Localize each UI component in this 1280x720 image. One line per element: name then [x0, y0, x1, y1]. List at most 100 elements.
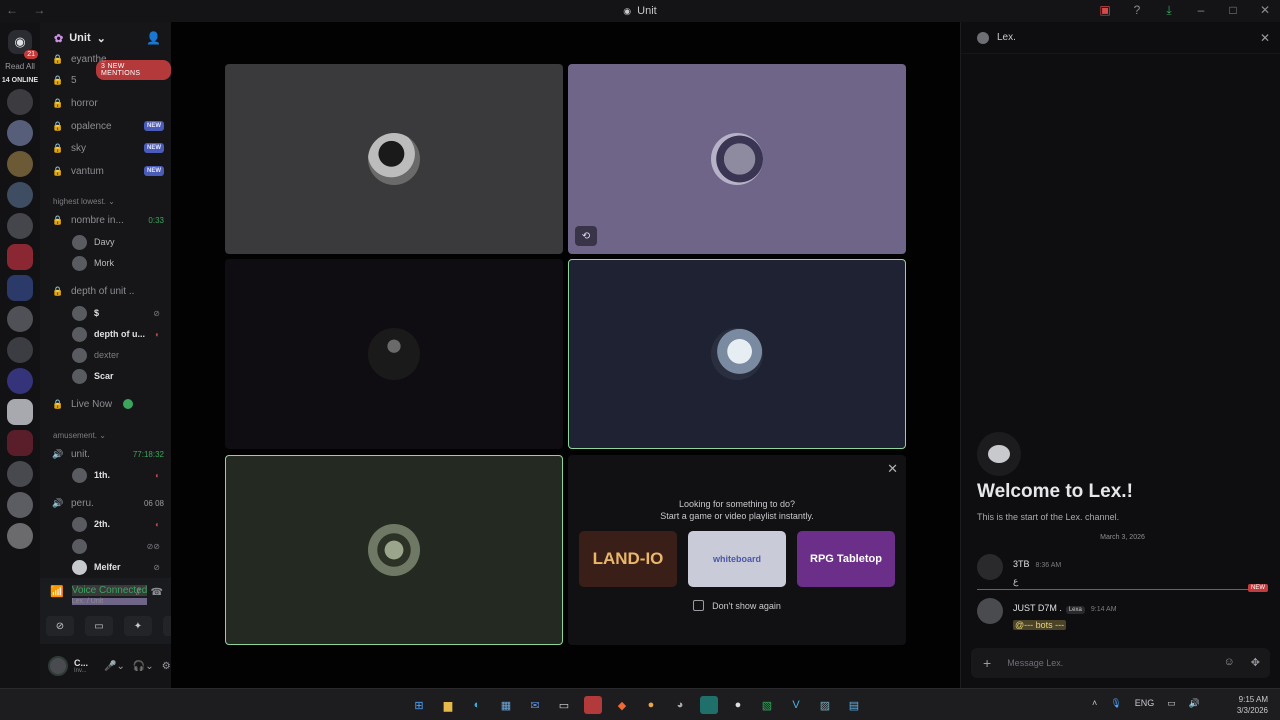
- server-icon[interactable]: [7, 368, 33, 394]
- activity-card-whiteboard[interactable]: whiteboard: [688, 531, 786, 587]
- voice-member[interactable]: depth of u... ◐: [72, 326, 160, 342]
- avatar[interactable]: [977, 598, 1003, 624]
- app-icon[interactable]: ◕: [671, 696, 689, 714]
- activity-card-land-io[interactable]: LAND-IO: [579, 531, 677, 587]
- voice-member[interactable]: Davy: [72, 234, 160, 250]
- user-avatar[interactable]: [48, 656, 68, 676]
- camera-off-button[interactable]: ⊘: [46, 616, 74, 636]
- voice-member[interactable]: $ ⊘: [72, 305, 160, 321]
- disconnect-icon[interactable]: ☎: [151, 587, 163, 598]
- voice-member[interactable]: Scar: [72, 368, 160, 384]
- mail-icon[interactable]: ✉: [526, 696, 544, 714]
- participant-tile[interactable]: [225, 259, 563, 449]
- server-icon[interactable]: [7, 399, 33, 425]
- monitor-icon[interactable]: ▭: [1167, 698, 1176, 709]
- voice-channel-nombre[interactable]: 🔒 nombre in... 0:33: [52, 211, 164, 229]
- voice-channel-unit[interactable]: 🔊 unit. 77:18:32: [52, 445, 164, 463]
- add-member-icon[interactable]: 👤: [146, 31, 161, 45]
- server-icon[interactable]: [7, 89, 33, 115]
- terminal-icon[interactable]: ▭: [555, 696, 573, 714]
- category-amusement[interactable]: amusement. ⌄: [53, 431, 106, 440]
- user-name[interactable]: C...: [74, 658, 88, 668]
- server-icon[interactable]: [7, 492, 33, 518]
- help-icon[interactable]: ?: [1130, 3, 1144, 18]
- settings-gear-icon[interactable]: ⚙: [162, 661, 171, 672]
- category-highest-lowest[interactable]: highest lowest. ⌄: [53, 197, 115, 206]
- activity-card-rpg-tabletop[interactable]: RPG Tabletop: [797, 531, 895, 587]
- channel-opalence[interactable]: 🔒 opalence NEW: [52, 117, 164, 135]
- edge-icon[interactable]: ◐: [468, 696, 486, 714]
- message-input[interactable]: Message Lex.: [1007, 658, 1063, 668]
- server-icon[interactable]: [7, 151, 33, 177]
- brave-icon[interactable]: ◆: [613, 696, 631, 714]
- participant-tile[interactable]: ⟲: [568, 64, 906, 254]
- store-icon[interactable]: ▦: [497, 696, 515, 714]
- volume-icon[interactable]: 🔊: [1189, 698, 1200, 709]
- windows-start-icon[interactable]: ⊞: [410, 696, 428, 714]
- server-icon[interactable]: [7, 213, 33, 239]
- voice-member[interactable]: 1th. ◐: [72, 467, 160, 483]
- chat-message[interactable]: JUST D7M . Lexa 9:14 AM @--- bots ---: [977, 598, 1267, 630]
- clock[interactable]: 9:15 AM 3/3/2026: [1237, 694, 1268, 716]
- voice-member[interactable]: Melfer ⊘: [72, 559, 160, 575]
- download-icon[interactable]: ⤓: [1162, 3, 1176, 18]
- headphones-icon[interactable]: 🎧⌄: [133, 661, 154, 672]
- server-icon[interactable]: [7, 430, 33, 456]
- inbox-icon[interactable]: ▣: [1098, 3, 1112, 18]
- app-icon[interactable]: [584, 696, 602, 714]
- minimize-icon[interactable]: –: [1194, 3, 1208, 18]
- activities-button[interactable]: ✦: [124, 616, 152, 636]
- close-chat-icon[interactable]: ✕: [1260, 31, 1270, 45]
- voice-channel-peru[interactable]: 🔊 peru. 06 08: [52, 494, 164, 512]
- channel-horror[interactable]: 🔒 horror: [52, 94, 164, 112]
- server-icon[interactable]: [7, 337, 33, 363]
- home-button[interactable]: ◉ 21: [8, 30, 38, 59]
- message-author[interactable]: JUST D7M .: [1013, 603, 1062, 613]
- server-icon[interactable]: [7, 120, 33, 146]
- voice-member[interactable]: 2th. ◐: [72, 516, 160, 532]
- nav-arrows[interactable]: ← →: [6, 3, 51, 17]
- role-mention[interactable]: @--- bots ---: [1013, 620, 1067, 630]
- server-icon[interactable]: [7, 275, 33, 301]
- dont-show-label[interactable]: Don't show again: [712, 601, 781, 611]
- voice-member[interactable]: Mork: [72, 255, 160, 271]
- attach-plus-icon[interactable]: +: [983, 655, 991, 671]
- notepad-icon[interactable]: ▤: [845, 696, 863, 714]
- voice-location[interactable]: Lex. / Unit: [71, 598, 148, 605]
- read-all-button[interactable]: Read All: [5, 62, 35, 71]
- voice-member[interactable]: dexter: [72, 347, 160, 363]
- chevron-up-icon[interactable]: ˄: [1092, 698, 1097, 709]
- app-icon[interactable]: ▨: [816, 696, 834, 714]
- activity-status-icon[interactable]: ⟲: [575, 226, 597, 246]
- server-icon[interactable]: [7, 182, 33, 208]
- message-author[interactable]: 3TB: [1013, 559, 1030, 569]
- channel-sky[interactable]: 🔒 sky NEW: [52, 139, 164, 157]
- dont-show-checkbox[interactable]: [693, 600, 705, 611]
- maximize-icon[interactable]: □: [1226, 3, 1240, 18]
- channel-vantum[interactable]: 🔒 vantum NEW: [52, 162, 164, 180]
- noise-suppression-icon[interactable]: ⫽: [136, 587, 140, 598]
- close-icon[interactable]: ✕: [1258, 3, 1272, 18]
- microphone-icon[interactable]: 🎤⌄: [104, 661, 125, 672]
- language-indicator[interactable]: ENG: [1135, 698, 1155, 709]
- emoji-icon[interactable]: ☺: [1224, 656, 1235, 669]
- channel-live-now[interactable]: 🔒 Live Now: [52, 395, 164, 413]
- avatar[interactable]: [977, 554, 1003, 580]
- channel-eyanthe[interactable]: 🔒 eyanthe: [52, 50, 164, 68]
- apps-icon[interactable]: ✥: [1251, 656, 1260, 669]
- file-explorer-icon[interactable]: ▆: [439, 696, 457, 714]
- participant-tile-speaking[interactable]: [568, 259, 906, 449]
- participant-tile-speaking[interactable]: [225, 455, 563, 645]
- excel-icon[interactable]: ▧: [758, 696, 776, 714]
- participant-tile[interactable]: [225, 64, 563, 254]
- server-icon[interactable]: [7, 523, 33, 549]
- app-icon[interactable]: ●: [642, 696, 660, 714]
- app-icon[interactable]: ●: [729, 696, 747, 714]
- microphone-tray-icon[interactable]: 🎙: [1110, 698, 1121, 709]
- chat-message[interactable]: 3TB 8:36 AM ع: [977, 554, 1267, 587]
- channel-5[interactable]: 🔒 5: [52, 71, 164, 89]
- app-icon[interactable]: V: [787, 696, 805, 714]
- voice-channel-depth[interactable]: 🔒 depth of unit ..: [52, 282, 164, 300]
- voice-member[interactable]: ⊘⊘: [72, 538, 160, 554]
- server-icon[interactable]: [7, 244, 33, 270]
